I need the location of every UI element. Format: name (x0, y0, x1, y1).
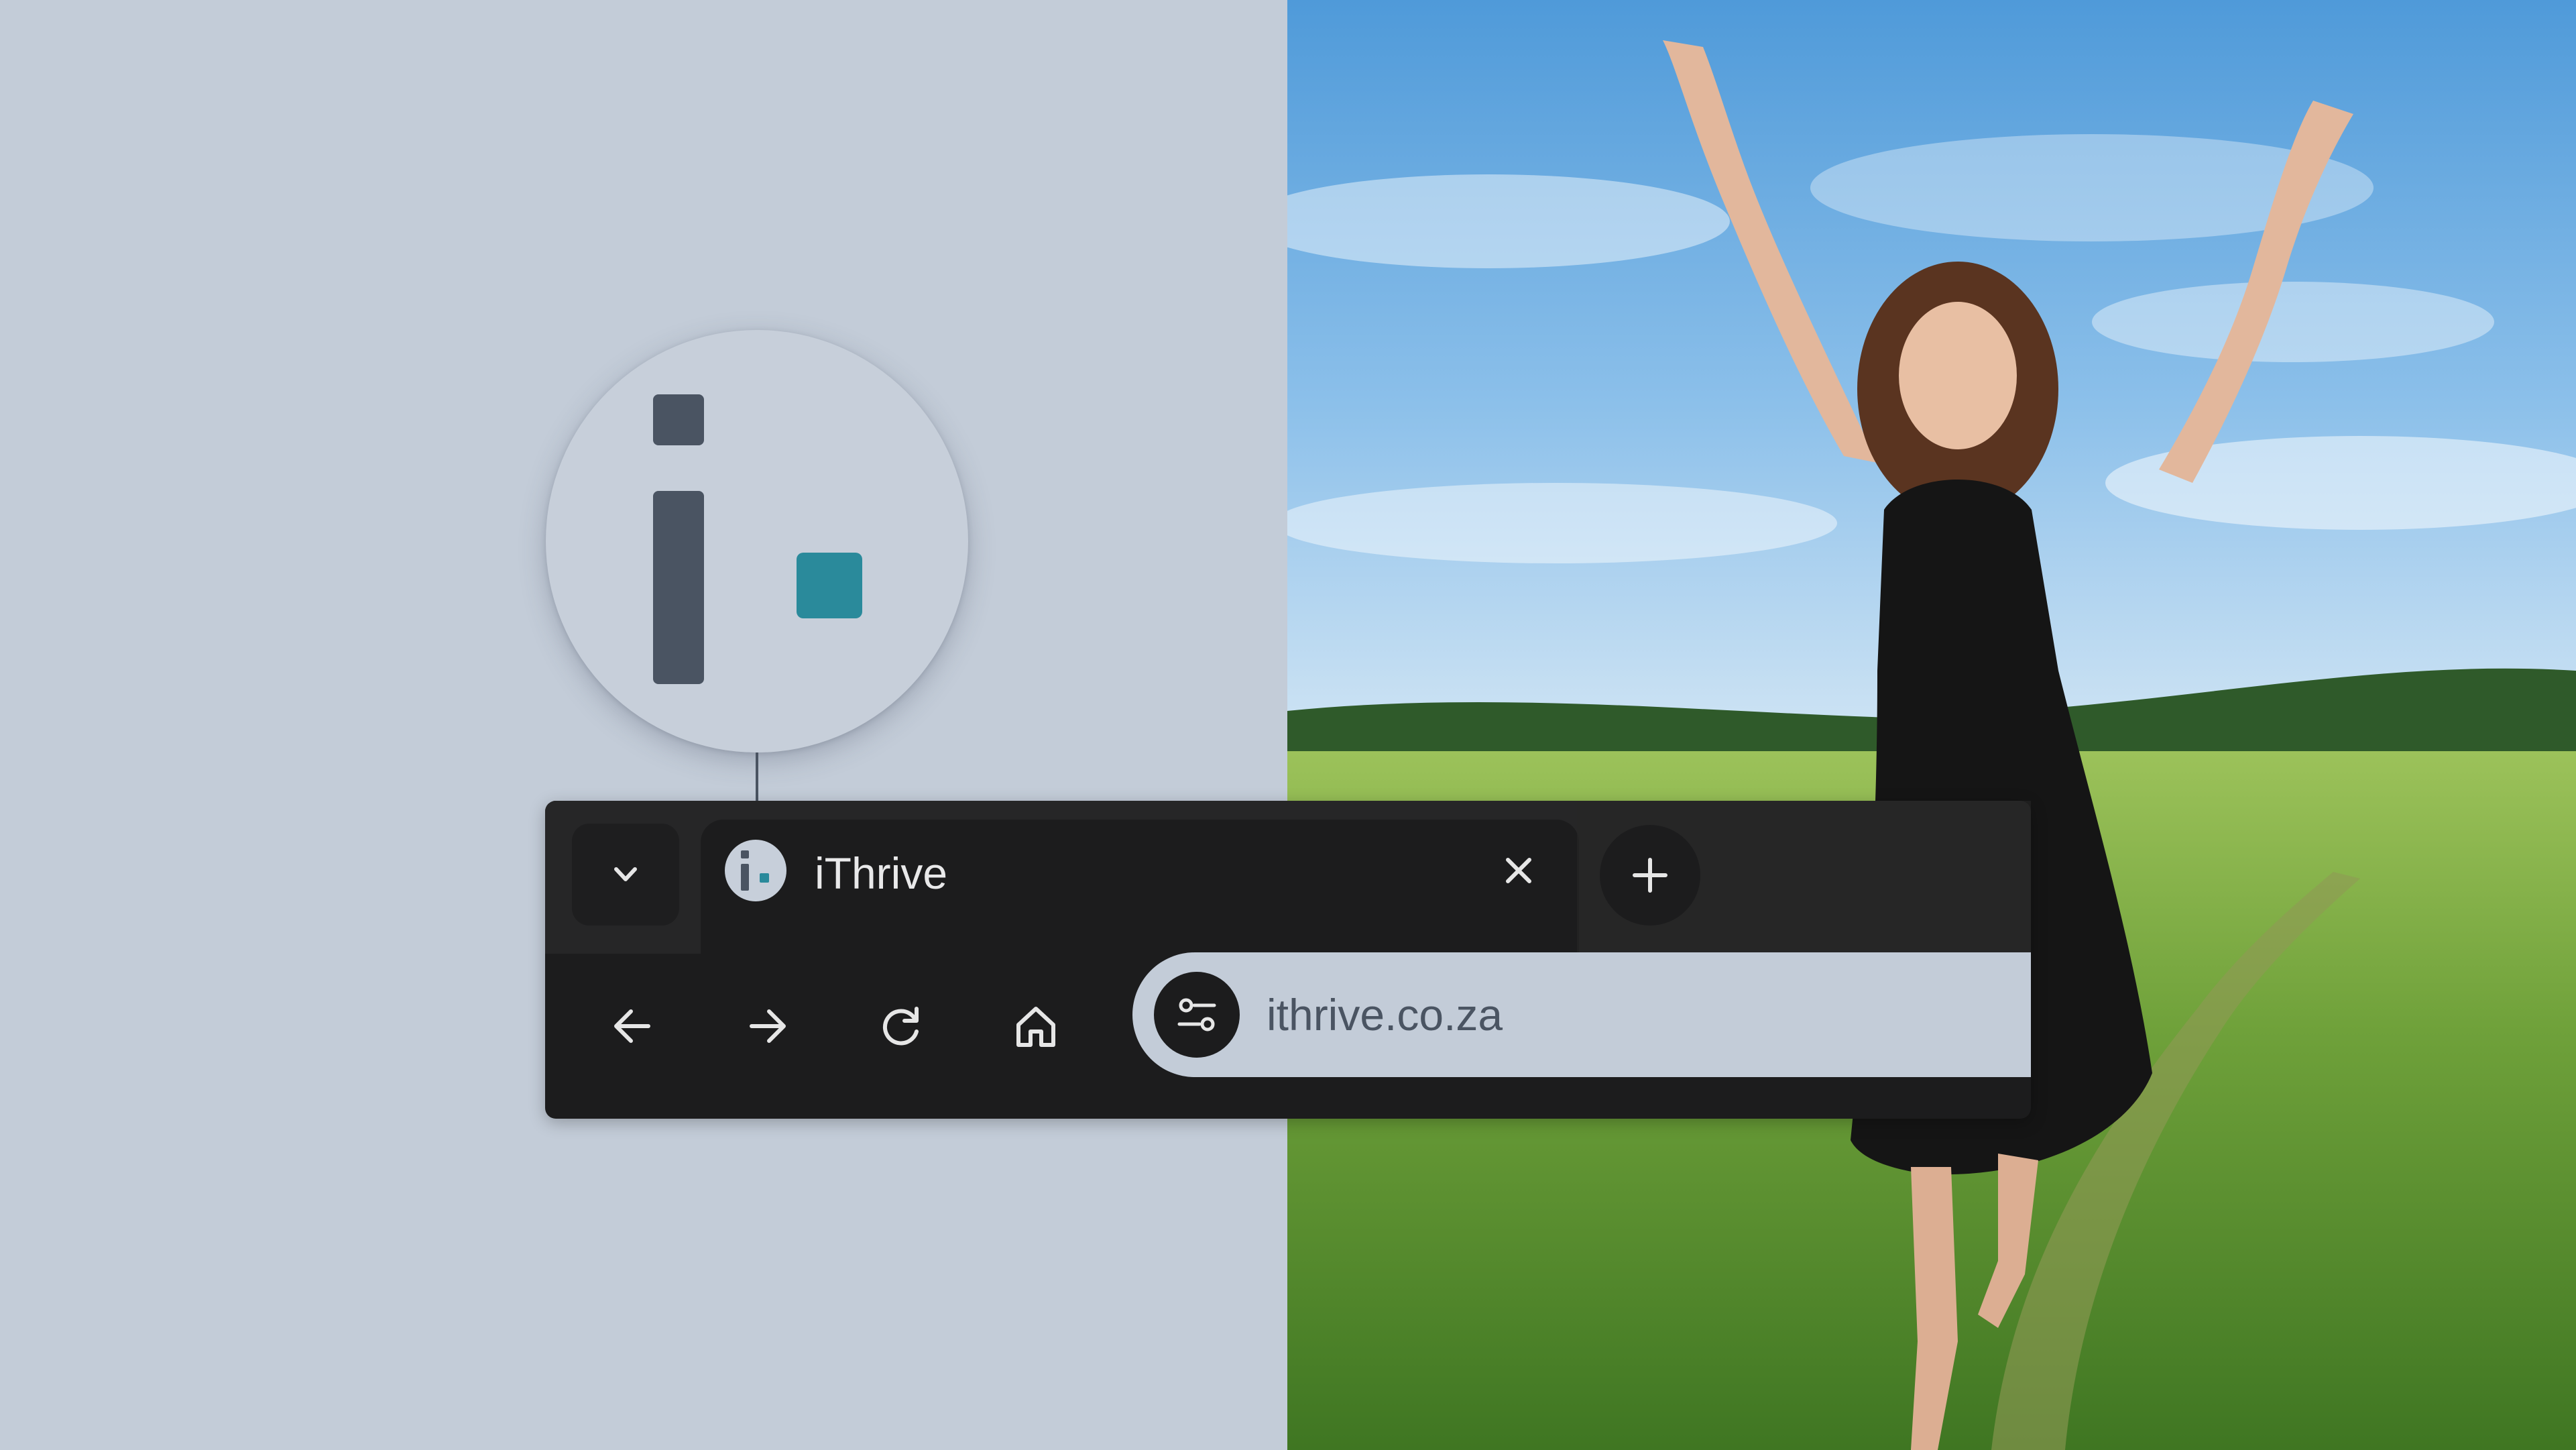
new-tab-button[interactable] (1600, 825, 1700, 926)
site-info-button[interactable] (1154, 972, 1240, 1058)
home-icon (1016, 1007, 1055, 1047)
url-text: ithrive.co.za (1267, 990, 1503, 1040)
close-icon (1506, 858, 1531, 883)
arrow-left-icon (614, 1009, 650, 1043)
hero-photo (1287, 0, 2576, 1450)
reload-icon (882, 1007, 919, 1046)
ithrive-logo-icon (653, 394, 862, 684)
forward-button[interactable] (727, 986, 808, 1066)
plus-icon (1633, 858, 1667, 893)
ithrive-favicon-icon (725, 840, 786, 901)
back-button[interactable] (592, 986, 672, 1066)
arrow-right-icon (750, 1009, 786, 1043)
tune-icon (1177, 998, 1216, 1031)
address-bar[interactable]: ithrive.co.za (1132, 952, 2031, 1077)
tab-search-button[interactable] (572, 824, 679, 926)
home-button[interactable] (996, 986, 1076, 1066)
reload-button[interactable] (862, 986, 942, 1066)
tab-close-button[interactable] (1492, 844, 1545, 897)
favicon-magnifier (546, 330, 968, 752)
chevron-down-icon (614, 867, 637, 881)
tab-ithrive[interactable]: iThrive (701, 820, 1579, 954)
tab-title: iThrive (815, 848, 948, 898)
